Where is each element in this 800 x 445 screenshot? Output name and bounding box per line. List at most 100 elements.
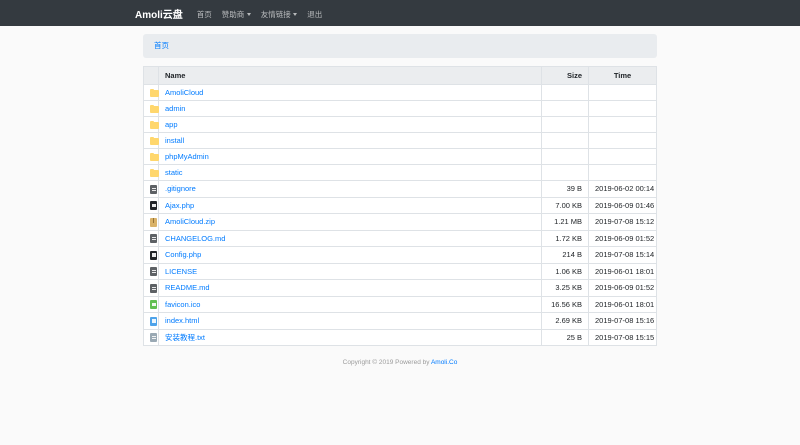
file-link[interactable]: favicon.ico <box>165 300 200 309</box>
table-row: Ajax.php 7.00 KB 2019-06-09 01:46 <box>144 197 657 214</box>
file-time: 2019-07-08 15:16 <box>589 313 657 330</box>
file-link[interactable]: phpMyAdmin <box>165 152 209 161</box>
table-row: app <box>144 117 657 133</box>
file-time: 2019-06-09 01:46 <box>589 197 657 214</box>
top-navbar: Amoli云盘 首页 赞助商 友情链接 退出 <box>0 0 800 26</box>
file-size <box>542 149 589 165</box>
footer: Copyright © 2019 Powered by Amoli.Co <box>143 359 657 366</box>
file-link[interactable]: app <box>165 120 178 129</box>
file-doc-icon <box>150 267 157 276</box>
file-table-body: AmoliCloud admin app install phpMyAdmin … <box>144 85 657 346</box>
file-txt-icon <box>150 333 157 342</box>
table-row: LICENSE 1.06 KB 2019-06-01 18:01 <box>144 263 657 280</box>
breadcrumb-home-link[interactable]: 首页 <box>154 41 169 50</box>
file-time: 2019-06-09 01:52 <box>589 230 657 247</box>
file-link[interactable]: static <box>165 168 183 177</box>
table-row: static <box>144 165 657 181</box>
file-link[interactable]: AmoliCloud <box>165 88 203 97</box>
nav-item-home[interactable]: 首页 <box>197 9 212 20</box>
file-time: 2019-07-08 15:12 <box>589 214 657 231</box>
table-row: .gitignore 39 B 2019-06-02 00:14 <box>144 181 657 198</box>
nav-menu: 首页 赞助商 友情链接 退出 <box>192 4 328 22</box>
file-time: 2019-07-08 15:15 <box>589 329 657 346</box>
file-time: 2019-06-01 18:01 <box>589 296 657 313</box>
table-row: install <box>144 133 657 149</box>
file-doc-icon <box>150 185 157 194</box>
file-link[interactable]: CHANGELOG.md <box>165 234 225 243</box>
chevron-down-icon <box>247 13 251 16</box>
table-row: CHANGELOG.md 1.72 KB 2019-06-09 01:52 <box>144 230 657 247</box>
folder-icon <box>150 122 159 129</box>
file-link[interactable]: index.html <box>165 316 199 325</box>
table-row: README.md 3.25 KB 2019-06-09 01:52 <box>144 280 657 297</box>
copyright-text: Copyright © 2019 Powered by <box>343 359 430 366</box>
nav-item-friend-links[interactable]: 友情链接 <box>261 9 298 20</box>
nav-item-logout[interactable]: 退出 <box>307 9 322 20</box>
file-time: 2019-06-09 01:52 <box>589 280 657 297</box>
column-header-name: Name <box>159 67 542 85</box>
file-table: Name Size Time AmoliCloud admin app inst… <box>143 66 657 346</box>
file-time: 2019-07-08 15:14 <box>589 247 657 264</box>
table-row: admin <box>144 101 657 117</box>
file-html-icon <box>150 317 157 326</box>
column-header-icon <box>144 67 159 85</box>
file-time: 2019-06-01 18:01 <box>589 263 657 280</box>
file-size: 16.56 KB <box>542 296 589 313</box>
file-time <box>589 85 657 101</box>
folder-icon <box>150 154 159 161</box>
file-link[interactable]: LICENSE <box>165 267 197 276</box>
file-size: 25 B <box>542 329 589 346</box>
navbar-container: Amoli云盘 首页 赞助商 友情链接 退出 <box>130 4 670 22</box>
file-time <box>589 165 657 181</box>
file-link[interactable]: 安装教程.txt <box>165 333 205 342</box>
table-row: Config.php 214 B 2019-07-08 15:14 <box>144 247 657 264</box>
breadcrumb: 首页 <box>143 34 657 58</box>
file-size: 7.00 KB <box>542 197 589 214</box>
file-link[interactable]: Config.php <box>165 250 201 259</box>
file-size <box>542 133 589 149</box>
file-size: 39 B <box>542 181 589 198</box>
file-size: 214 B <box>542 247 589 264</box>
file-link[interactable]: admin <box>165 104 185 113</box>
folder-icon <box>150 170 159 177</box>
file-time <box>589 117 657 133</box>
file-time: 2019-06-02 00:14 <box>589 181 657 198</box>
column-header-size: Size <box>542 67 589 85</box>
file-size: 2.69 KB <box>542 313 589 330</box>
file-time <box>589 101 657 117</box>
file-table-header: Name Size Time <box>144 67 657 85</box>
file-size <box>542 117 589 133</box>
file-zip-icon <box>150 218 157 227</box>
table-row: AmoliCloud.zip 1.21 MB 2019-07-08 15:12 <box>144 214 657 231</box>
file-size <box>542 101 589 117</box>
file-doc-icon <box>150 234 157 243</box>
table-row: AmoliCloud <box>144 85 657 101</box>
file-size: 1.72 KB <box>542 230 589 247</box>
file-php-icon <box>150 251 157 260</box>
folder-icon <box>150 138 159 145</box>
file-image-icon <box>150 300 157 309</box>
file-php-icon <box>150 201 157 210</box>
file-time <box>589 149 657 165</box>
brand-link[interactable]: Amoli云盘 <box>135 6 183 21</box>
folder-icon <box>150 90 159 97</box>
file-size: 3.25 KB <box>542 280 589 297</box>
file-size: 1.21 MB <box>542 214 589 231</box>
table-row: 安装教程.txt 25 B 2019-07-08 15:15 <box>144 329 657 346</box>
file-size <box>542 85 589 101</box>
file-size: 1.06 KB <box>542 263 589 280</box>
column-header-time: Time <box>589 67 657 85</box>
file-link[interactable]: .gitignore <box>165 184 196 193</box>
file-link[interactable]: Ajax.php <box>165 201 194 210</box>
folder-icon <box>150 106 159 113</box>
file-doc-icon <box>150 284 157 293</box>
table-row: favicon.ico 16.56 KB 2019-06-01 18:01 <box>144 296 657 313</box>
footer-brand-link[interactable]: Amoli.Co <box>431 359 457 366</box>
nav-item-sponsors[interactable]: 赞助商 <box>222 9 251 20</box>
file-link[interactable]: AmoliCloud.zip <box>165 217 215 226</box>
file-link[interactable]: install <box>165 136 184 145</box>
file-link[interactable]: README.md <box>165 283 210 292</box>
chevron-down-icon <box>293 13 297 16</box>
file-size <box>542 165 589 181</box>
file-time <box>589 133 657 149</box>
